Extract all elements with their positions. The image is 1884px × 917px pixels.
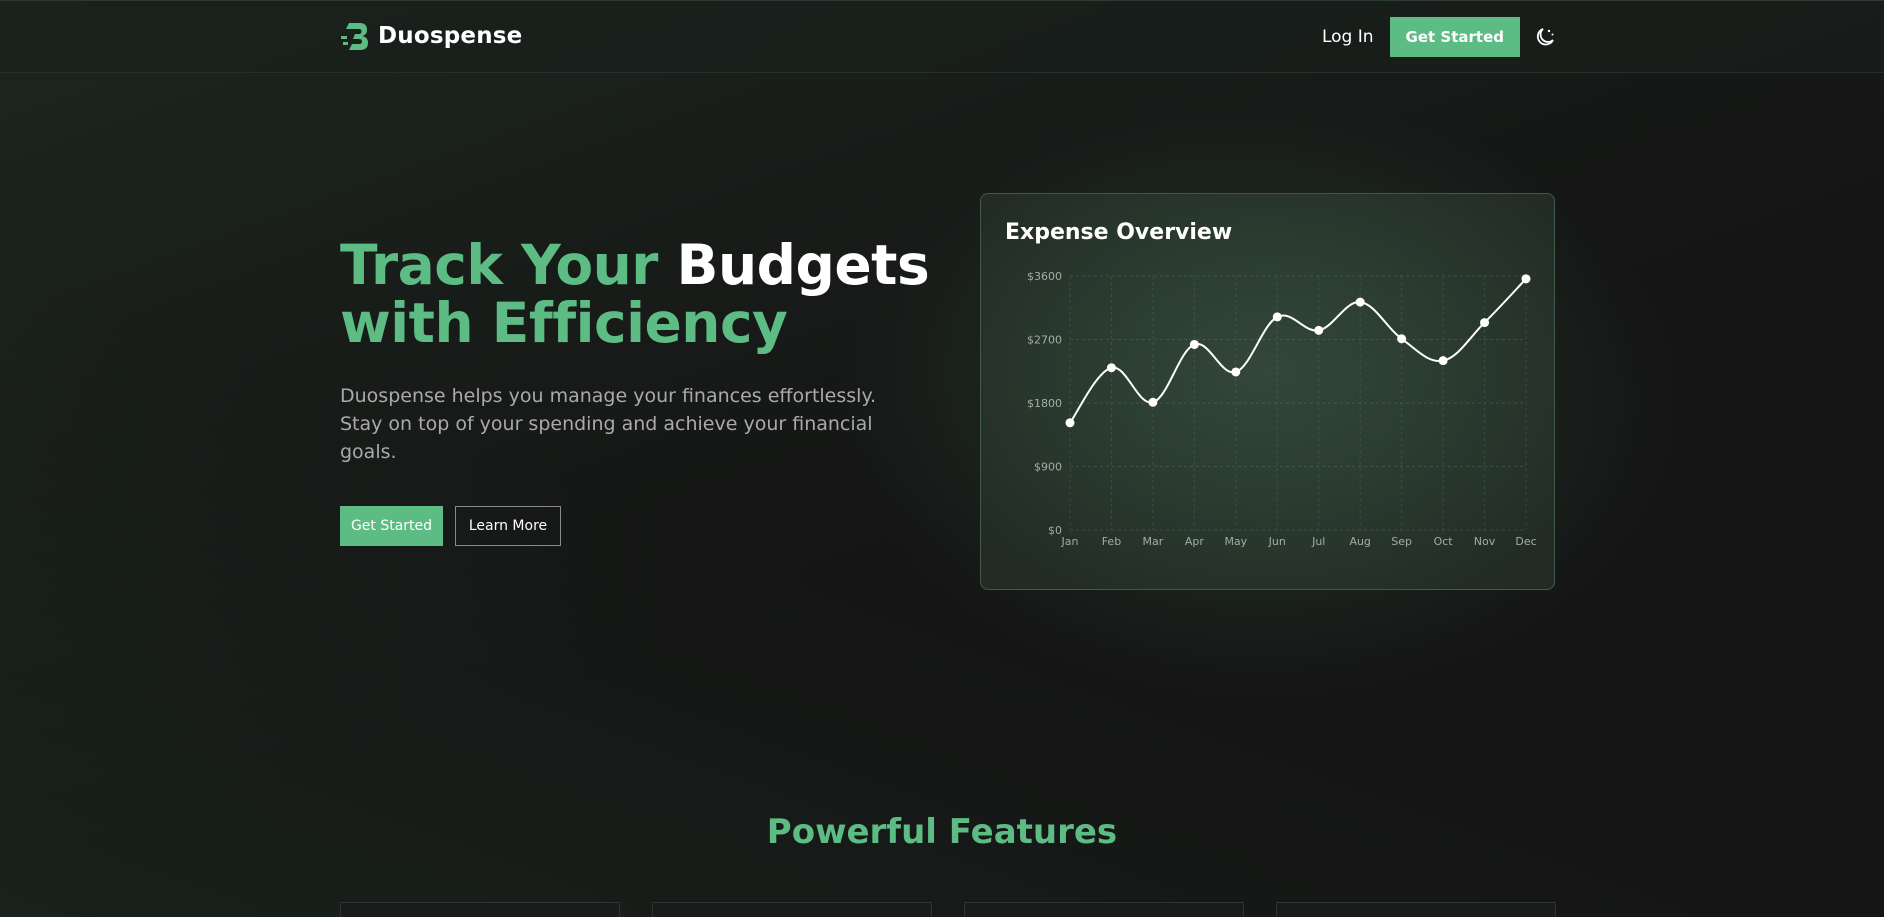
header-get-started-button[interactable]: Get Started [1389,17,1520,57]
y-tick-label: $1800 [1027,397,1062,410]
feature-card [652,902,932,917]
data-point[interactable] [1272,312,1282,322]
x-tick-label: Mar [1143,535,1164,548]
hero-get-started-button[interactable]: Get Started [340,506,443,546]
logo-icon [341,23,368,50]
data-point[interactable] [1397,334,1407,344]
data-point[interactable] [1231,367,1241,377]
feature-card [1276,902,1556,917]
login-link[interactable]: Log In [1322,27,1374,47]
x-tick-label: Jan [1061,535,1079,548]
data-point[interactable] [1314,325,1324,335]
x-tick-label: Aug [1349,535,1370,548]
theme-toggle-icon[interactable] [1534,26,1556,48]
y-tick-label: $0 [1048,524,1062,537]
data-point[interactable] [1480,318,1490,328]
data-point[interactable] [1106,363,1116,373]
hero-title-part-3: with Efficiency [340,291,788,355]
x-tick-label: Dec [1515,535,1536,548]
x-tick-label: Oct [1434,535,1454,548]
landing-page: Duospense Log In Get Started Track Your … [0,0,1884,917]
y-tick-label: $900 [1034,461,1062,474]
hero-title: Track Your Budgets with Efficiency [340,233,930,355]
x-tick-label: Apr [1185,535,1205,548]
data-point[interactable] [1355,297,1365,307]
brand-name: Duospense [378,23,523,49]
data-point[interactable] [1148,397,1158,407]
data-point[interactable] [1065,418,1075,428]
series-line [1069,278,1527,424]
hero-subtitle: Duospense helps you manage your finances… [340,385,877,463]
x-tick-label: Nov [1474,535,1496,548]
y-tick-label: $3600 [1027,270,1062,283]
y-tick-label: $2700 [1027,334,1062,347]
feature-card [340,902,620,917]
expense-chart: $0 $900 $1800 $2700 $3600 Jan Feb Mar Apr May Jun J… [1027,270,1537,548]
feature-card [964,902,1244,917]
x-tick-label: Feb [1102,535,1121,548]
x-tick-label: May [1224,535,1247,548]
header-nav: Log In Get Started [1322,17,1556,57]
learn-more-button[interactable]: Learn More [455,506,561,546]
hero-title-part-1: Track Your [340,233,658,297]
data-point[interactable] [1521,274,1531,284]
expense-overview-card: Expense Overview $0 $900 $1800 $2700 $3600 Ja… [980,193,1555,590]
data-point[interactable] [1189,339,1199,349]
hero-title-part-2: Budgets [676,233,930,297]
x-tick-label: Sep [1391,535,1412,548]
features-title: Powerful Features [766,812,1118,852]
x-tick-label: Jul [1311,535,1325,548]
site-header: Duospense Log In Get Started [0,0,1884,73]
x-tick-label: Jun [1268,535,1286,548]
brand-logo[interactable]: Duospense [340,19,522,53]
data-point[interactable] [1438,356,1448,366]
